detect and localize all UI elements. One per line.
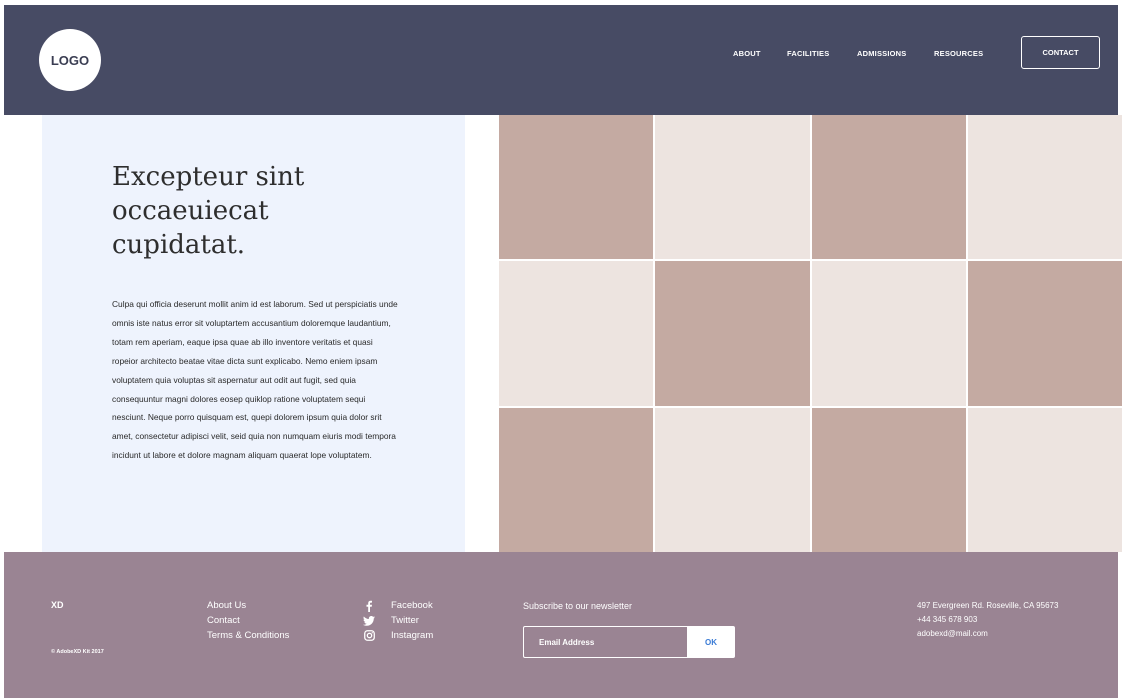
image-tile [499,407,654,552]
nav-facilities[interactable]: FACILITIES [787,49,829,58]
image-tile [811,261,966,406]
footer-social: Facebook Twitter Instagram [363,598,433,643]
footer-brand: XD [51,600,64,610]
hero-title: Excepteur sint occaeuiecat cupidatat. [112,162,305,260]
social-instagram-label: Instagram [391,630,434,641]
facebook-icon [363,600,375,612]
newsletter-title: Subscribe to our newsletter [523,601,633,611]
footer-address: 497 Evergreen Rd. Roseville, CA 95673 [917,601,1059,610]
image-tile [499,261,654,406]
footer-phone: +44 345 678 903 [917,615,978,624]
footer-link-contact[interactable]: Contact [207,613,289,628]
site-footer: XD © AdobeXD Kit 2017 About Us Contact T… [4,552,1118,698]
contact-button[interactable]: CONTACT [1021,36,1100,69]
social-twitter-label: Twitter [391,615,419,626]
social-instagram[interactable]: Instagram [363,628,433,643]
image-tile [499,115,654,260]
image-tile-grid [499,115,1122,552]
nav-resources[interactable]: RESOURCES [934,49,983,58]
footer-links: About Us Contact Terms & Conditions [207,598,289,643]
social-facebook-label: Facebook [391,600,433,611]
nav-admissions[interactable]: ADMISSIONS [857,49,907,58]
social-twitter[interactable]: Twitter [363,613,433,628]
image-tile [655,407,810,552]
footer-link-terms[interactable]: Terms & Conditions [207,628,289,643]
image-tile [811,115,966,260]
footer-copyright: © AdobeXD Kit 2017 [51,649,104,655]
image-tile [967,407,1122,552]
logo[interactable]: LOGO [39,29,101,91]
instagram-icon [363,630,375,642]
hero-panel: Excepteur sint occaeuiecat cupidatat. Cu… [42,115,465,552]
twitter-icon [363,615,375,627]
image-tile [967,115,1122,260]
nav-about[interactable]: ABOUT [733,49,761,58]
newsletter-email-input[interactable] [523,626,687,658]
site-header: LOGO ABOUT FACILITIES ADMISSIONS RESOURC… [4,5,1118,115]
social-facebook[interactable]: Facebook [363,598,433,613]
image-tile [811,407,966,552]
newsletter-ok-button[interactable]: OK [687,626,735,658]
footer-email[interactable]: adobexd@mail.com [917,627,1058,641]
image-tile [967,261,1122,406]
image-tile [655,261,810,406]
footer-contact-info: 497 Evergreen Rd. Roseville, CA 95673 +4… [917,599,1058,641]
footer-link-about[interactable]: About Us [207,598,289,613]
hero-body: Culpa qui officia deserunt mollit anim i… [112,299,398,461]
image-tile [655,115,810,260]
